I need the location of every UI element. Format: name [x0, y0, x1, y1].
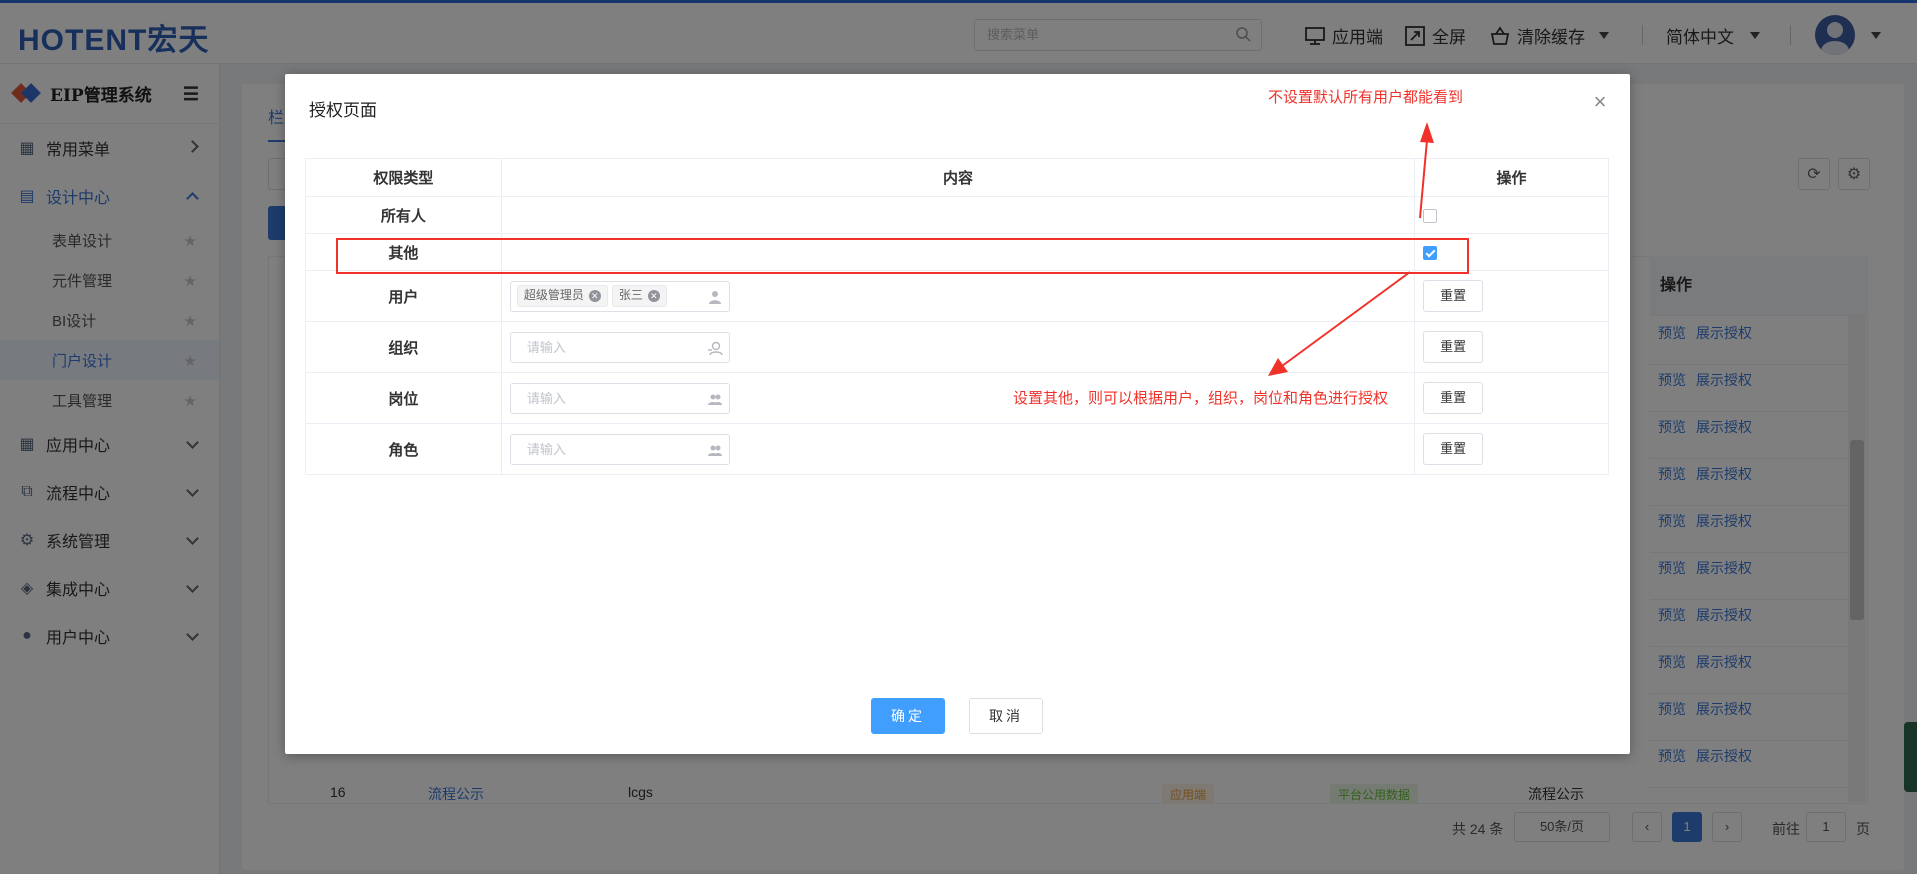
position-selector[interactable]: 请输入 [509, 382, 730, 414]
users-icon[interactable] [707, 391, 723, 407]
content-cell: 请输入 [500, 321, 1416, 373]
input-placeholder: 请输入 [526, 339, 566, 355]
reset-user-button[interactable]: 重置 [1423, 280, 1484, 312]
operation-cell [1414, 196, 1609, 234]
operation-cell: 重置 [1414, 270, 1609, 322]
input-placeholder: 请输入 [526, 390, 566, 406]
user-tag: 张三 ✕ [611, 284, 667, 307]
operation-cell: 重置 [1414, 372, 1609, 424]
tag-close-icon[interactable]: ✕ [647, 289, 660, 302]
reset-position-button[interactable]: 重置 [1423, 382, 1484, 414]
content-cell: 请输入 [500, 423, 1416, 475]
row-position: 岗位 请输入 重置 [305, 372, 1609, 424]
cancel-button[interactable]: 取消 [969, 698, 1043, 734]
row-everyone: 所有人 [305, 196, 1609, 234]
type-label: 所有人 [305, 196, 502, 234]
authorization-dialog: 授权页面 × 权限类型 内容 操作 所有人 其他 用户 超级管理员✕张三✕ [285, 74, 1630, 754]
user-selector[interactable]: 超级管理员 ✕ 张三 ✕ [509, 280, 730, 312]
annotation-middle: 设置其他，则可以根据用户，组织，岗位和角色进行授权 [1013, 390, 1389, 407]
tag-label: 张三 [618, 288, 643, 302]
tag-label: 超级管理员 [523, 288, 584, 302]
annotation-top: 不设置默认所有用户都能看到 [1268, 89, 1464, 106]
input-placeholder: 请输入 [526, 441, 566, 457]
type-label: 岗位 [305, 372, 502, 424]
organization-selector[interactable]: 请输入 [509, 331, 730, 363]
dialog-title: 授权页面 [309, 101, 377, 120]
confirm-button[interactable]: 确定 [871, 698, 945, 734]
type-label: 用户 [305, 270, 502, 322]
org-icon[interactable] [707, 340, 723, 356]
reset-organization-button[interactable]: 重置 [1423, 331, 1484, 363]
operation-cell: 重置 [1414, 321, 1609, 373]
user-icon[interactable] [707, 289, 723, 305]
column-header-content: 内容 [500, 158, 1416, 197]
row-organization: 组织 请输入 重置 [305, 321, 1609, 373]
row-user: 用户 超级管理员 ✕ 张三 ✕ 重置 [305, 270, 1609, 322]
close-icon[interactable]: × [1590, 91, 1610, 113]
row-role: 角色 请输入 重置 [305, 423, 1609, 475]
type-label: 角色 [305, 423, 502, 475]
type-label: 组织 [305, 321, 502, 373]
reset-role-button[interactable]: 重置 [1423, 433, 1484, 465]
highlight-box [336, 238, 1469, 274]
role-selector[interactable]: 请输入 [509, 433, 730, 465]
operation-cell: 重置 [1414, 423, 1609, 475]
column-header-type: 权限类型 [305, 158, 502, 197]
content-cell [500, 196, 1416, 234]
tag-close-icon[interactable]: ✕ [588, 289, 601, 302]
user-tag: 超级管理员 ✕ [516, 284, 608, 307]
permission-table: 权限类型 内容 操作 所有人 其他 用户 超级管理员✕张三✕ 重置 组织 [305, 158, 1609, 475]
everyone-checkbox[interactable] [1423, 208, 1438, 223]
users-icon[interactable] [707, 442, 723, 458]
content-cell: 超级管理员 ✕ 张三 ✕ [500, 270, 1416, 322]
column-header-operation: 操作 [1414, 158, 1609, 197]
